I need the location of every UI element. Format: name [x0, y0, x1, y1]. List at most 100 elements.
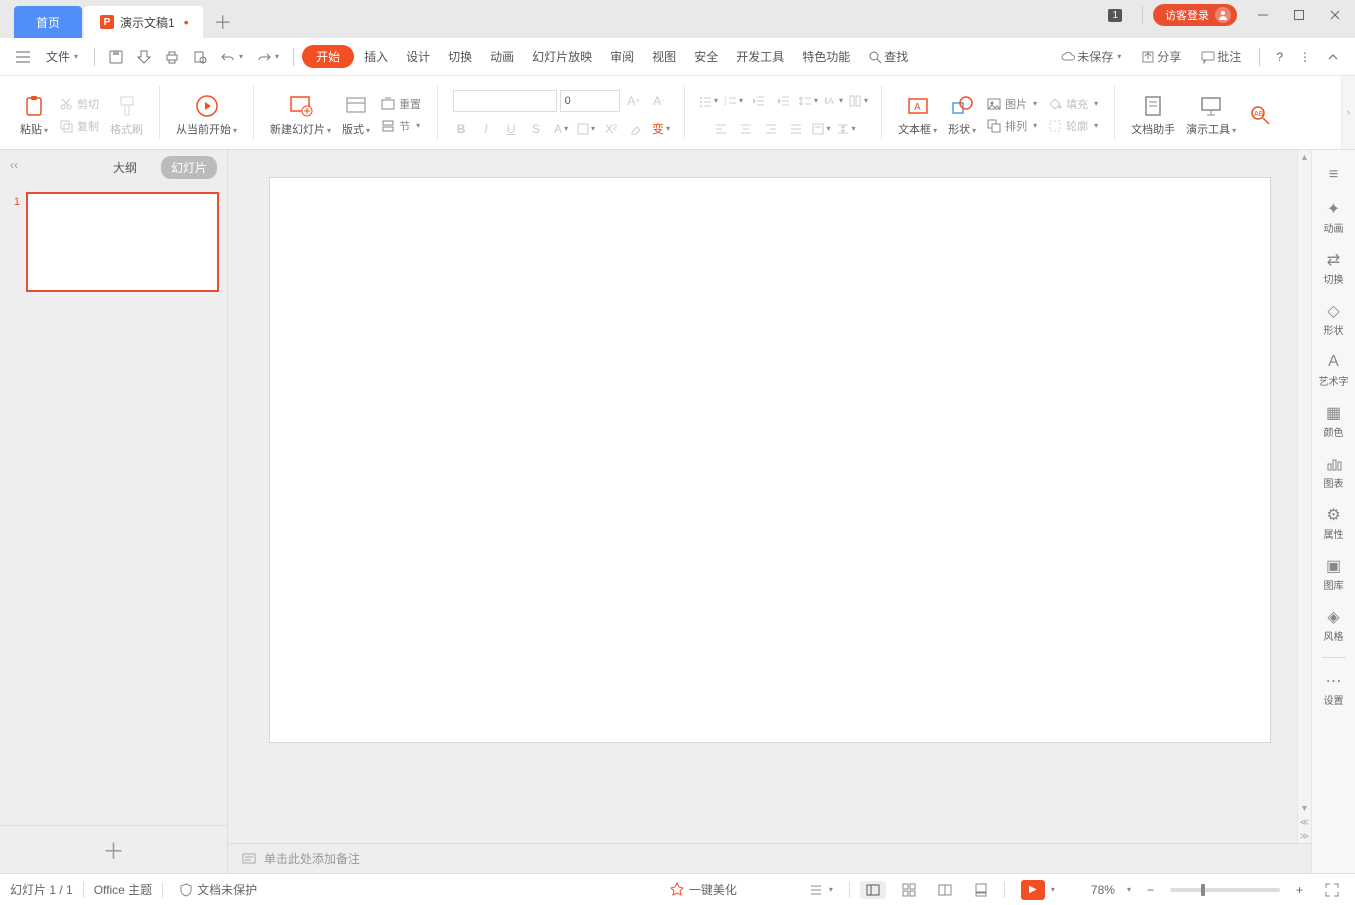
doc-helper-button[interactable]: 文档助手	[1127, 91, 1179, 139]
numbering-button[interactable]: 12▾	[722, 90, 744, 112]
arrange-button[interactable]: 排列▾	[983, 116, 1041, 136]
tab-review[interactable]: 审阅	[602, 44, 642, 69]
beautify-button[interactable]: 一键美化	[663, 879, 743, 900]
strike-button[interactable]: S	[525, 118, 547, 140]
prev-slide-button[interactable]: ≪	[1298, 815, 1311, 829]
cut-button[interactable]: 剪切	[55, 94, 103, 114]
annotate-button[interactable]: 批注	[1193, 44, 1249, 69]
find-replace-button[interactable]: AB	[1243, 100, 1277, 130]
minimize-button[interactable]	[1247, 2, 1279, 28]
tab-animation[interactable]: 动画	[482, 44, 522, 69]
align-justify-button[interactable]	[785, 118, 807, 140]
view-outline-button[interactable]: ▾	[803, 881, 839, 899]
next-slide-button[interactable]: ≫	[1298, 829, 1311, 843]
close-button[interactable]	[1319, 2, 1351, 28]
play-from-current-button[interactable]: 从当前开始▾	[172, 91, 241, 139]
new-slide-button[interactable]: 新建幻灯片▾	[266, 91, 335, 139]
thumbnail-item[interactable]: 1	[4, 190, 223, 294]
distribute-button[interactable]: ▾	[835, 118, 857, 140]
zoom-slider[interactable]	[1170, 888, 1280, 892]
format-painter-button[interactable]: 格式刷	[106, 91, 147, 139]
fit-screen-button[interactable]	[1319, 881, 1345, 899]
more-button[interactable]: ⋮	[1293, 46, 1317, 68]
thumbnail-list[interactable]: 1	[0, 184, 227, 873]
image-button[interactable]: 图片▾	[983, 94, 1041, 114]
tab-insert[interactable]: 插入	[356, 44, 396, 69]
print-icon[interactable]	[159, 46, 185, 68]
search-button[interactable]: 查找	[860, 44, 916, 69]
line-spacing-button[interactable]: ▾	[797, 90, 819, 112]
increase-font-button[interactable]: A+	[623, 90, 645, 112]
tab-security[interactable]: 安全	[686, 44, 726, 69]
view-notes-button[interactable]	[968, 881, 994, 899]
tab-transition[interactable]: 切换	[440, 44, 480, 69]
slides-tab[interactable]: 幻灯片	[161, 156, 217, 179]
slide-canvas[interactable]	[270, 178, 1270, 742]
rside-menu-icon[interactable]: ≡	[1312, 158, 1355, 192]
redo-button[interactable]: ▾	[251, 46, 285, 68]
view-sorter-button[interactable]	[896, 881, 922, 899]
undo-button[interactable]: ▾	[215, 46, 249, 68]
convert-button[interactable]: 变▾	[650, 118, 672, 140]
slide-thumbnail[interactable]	[26, 192, 219, 292]
print-preview-icon[interactable]	[187, 46, 213, 68]
rside-transition[interactable]: ⇄切换	[1312, 243, 1355, 294]
superscript-button[interactable]: X²	[600, 118, 622, 140]
rside-properties[interactable]: ⚙属性	[1312, 498, 1355, 549]
collapse-ribbon-button[interactable]	[1321, 47, 1345, 67]
scroll-up-button[interactable]: ▲	[1298, 150, 1311, 164]
vertical-align-button[interactable]: ▾	[810, 118, 832, 140]
outline-tab[interactable]: 大纲	[103, 156, 147, 179]
help-button[interactable]: ?	[1270, 46, 1289, 68]
textbox-button[interactable]: A 文本框▾	[894, 91, 941, 139]
hamburger-icon[interactable]	[10, 47, 36, 67]
zoom-dropdown-icon[interactable]: ▾	[1127, 885, 1131, 894]
reset-button[interactable]: 重置	[377, 94, 425, 114]
align-left-button[interactable]	[710, 118, 732, 140]
rside-animation[interactable]: ✦动画	[1312, 192, 1355, 243]
view-normal-button[interactable]	[860, 881, 886, 899]
outline-button[interactable]: 轮廓▾	[1044, 116, 1102, 136]
tab-design[interactable]: 设计	[398, 44, 438, 69]
zoom-value[interactable]: 78%	[1091, 883, 1115, 897]
font-color-button[interactable]: A▾	[550, 118, 572, 140]
file-menu[interactable]: 文件▾	[38, 44, 86, 69]
rside-library[interactable]: ▣图库	[1312, 549, 1355, 600]
save-as-icon[interactable]	[131, 46, 157, 68]
status-protect[interactable]: 文档未保护	[173, 879, 263, 900]
text-direction-button[interactable]: ‖A▾	[822, 90, 844, 112]
decrease-indent-button[interactable]	[747, 90, 769, 112]
decrease-font-button[interactable]: A-	[648, 90, 670, 112]
new-tab-button[interactable]: ＋	[205, 6, 241, 38]
notification-badge[interactable]: 1	[1108, 9, 1122, 22]
tab-view[interactable]: 视图	[644, 44, 684, 69]
shapes-button[interactable]: 形状▾	[944, 91, 980, 139]
notes-bar[interactable]: 单击此处添加备注	[228, 843, 1311, 873]
save-icon[interactable]	[103, 46, 129, 68]
play-button[interactable]: ▶▾	[1015, 878, 1061, 902]
rside-style[interactable]: ◈风格	[1312, 600, 1355, 651]
align-center-button[interactable]	[735, 118, 757, 140]
unsaved-indicator[interactable]: 未保存▾	[1053, 44, 1129, 69]
canvas-viewport[interactable]: ▲ ▼ ≪ ≫	[228, 150, 1311, 843]
highlight-button[interactable]: ▾	[575, 118, 597, 140]
paste-button[interactable]: 粘贴▾	[16, 91, 52, 139]
login-button[interactable]: 访客登录	[1153, 4, 1237, 26]
tab-features[interactable]: 特色功能	[794, 44, 858, 69]
align-right-button[interactable]	[760, 118, 782, 140]
rside-chart[interactable]: 图表	[1312, 447, 1355, 498]
tab-developer[interactable]: 开发工具	[728, 44, 792, 69]
font-name-input[interactable]	[453, 90, 557, 112]
increase-indent-button[interactable]	[772, 90, 794, 112]
zoom-out-button[interactable]: −	[1141, 881, 1160, 899]
status-theme[interactable]: Office 主题	[94, 881, 152, 898]
columns-button[interactable]: ▾	[847, 90, 869, 112]
clear-format-button[interactable]	[625, 118, 647, 140]
rside-shapes[interactable]: ◇形状	[1312, 294, 1355, 345]
tab-home[interactable]: 首页	[14, 6, 82, 38]
tab-start[interactable]: 开始	[302, 45, 354, 68]
font-size-input[interactable]	[560, 90, 620, 112]
view-reading-button[interactable]	[932, 881, 958, 899]
section-button[interactable]: 节▾	[377, 116, 425, 136]
collapse-panel-button[interactable]: ‹‹	[10, 158, 18, 172]
